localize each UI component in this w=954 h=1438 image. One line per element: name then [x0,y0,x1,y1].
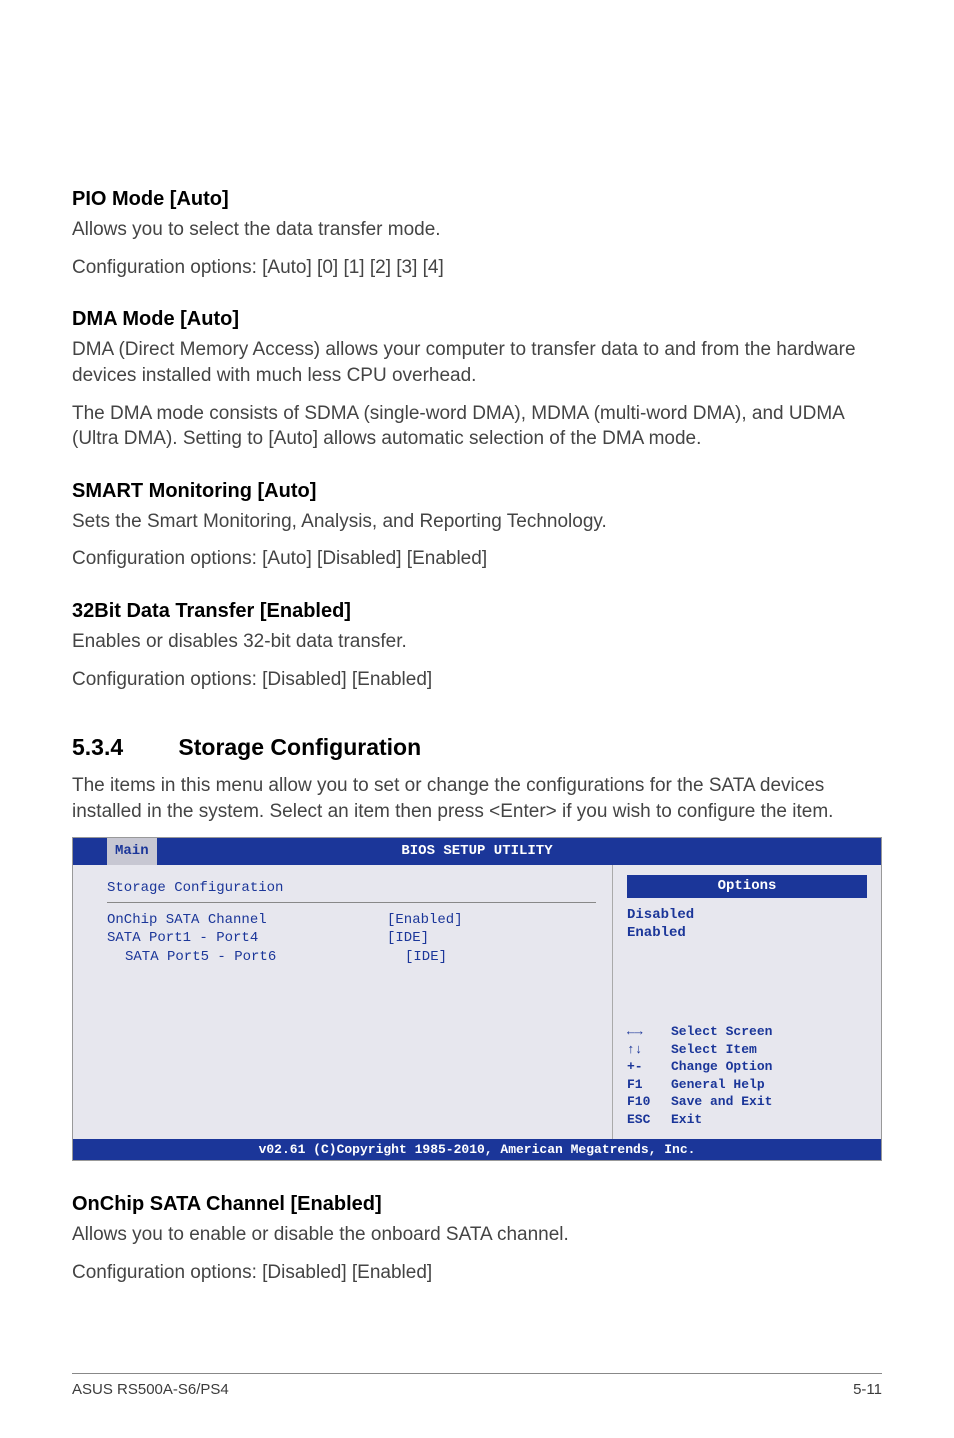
bios-left-panel: Storage Configuration OnChip SATA Channe… [73,865,613,1139]
bios-help-key: F10 [627,1093,671,1111]
bios-item: SATA Port5 - Port6 [IDE] [107,948,596,967]
section-number: 5.3.4 [72,732,172,763]
bios-item-value: [Enabled] [387,911,463,930]
paragraph: DMA (Direct Memory Access) allows your c… [72,337,882,388]
bios-item: OnChip SATA Channel [Enabled] [107,911,596,930]
bios-help-row: F10Save and Exit [627,1093,867,1111]
paragraph: Allows you to enable or disable the onbo… [72,1222,882,1248]
bios-help-key: F1 [627,1076,671,1094]
bios-item-value: [IDE] [405,948,447,967]
paragraph: Configuration options: [Auto] [Disabled]… [72,546,882,572]
bios-option: Disabled [627,906,867,925]
bios-item-label: SATA Port5 - Port6 [107,948,405,967]
bios-help-row: +-Change Option [627,1058,867,1076]
footer-product: ASUS RS500A-S6/PS4 [72,1381,229,1398]
bios-item-label: OnChip SATA Channel [107,911,387,930]
bios-help-key: ←→ [627,1023,671,1041]
bios-help-text: Change Option [671,1058,772,1076]
bios-help-text: Exit [671,1111,702,1129]
bios-section-title: Storage Configuration [107,875,596,902]
bios-help-row: ↑↓Select Item [627,1041,867,1059]
bios-help-row: ←→Select Screen [627,1023,867,1041]
bios-item-value: [IDE] [387,929,429,948]
bios-option: Enabled [627,924,867,943]
bios-help-text: General Help [671,1076,765,1094]
bios-footer: v02.61 (C)Copyright 1985-2010, American … [73,1139,881,1161]
bios-right-panel: Options Disabled Enabled ←→Select Screen… [613,865,881,1139]
bios-title-bar: BIOS SETUP UTILITY Main [73,838,881,865]
paragraph: Configuration options: [Disabled] [Enabl… [72,667,882,693]
bios-title: BIOS SETUP UTILITY [401,843,552,859]
paragraph: Sets the Smart Monitoring, Analysis, and… [72,509,882,535]
smart-monitoring-heading: SMART Monitoring [Auto] [72,478,882,505]
paragraph: Allows you to select the data transfer m… [72,217,882,243]
dma-mode-heading: DMA Mode [Auto] [72,306,882,333]
bios-help-text: Select Item [671,1041,757,1059]
paragraph: The DMA mode consists of SDMA (single-wo… [72,401,882,452]
footer-page-number: 5-11 [853,1380,882,1400]
paragraph: Configuration options: [Disabled] [Enabl… [72,1260,882,1286]
bios-item-label: SATA Port1 - Port4 [107,929,387,948]
bios-help-key: +- [627,1058,671,1076]
bios-help-row: ESCExit [627,1111,867,1129]
bios-tab-main: Main [107,838,157,865]
pio-mode-heading: PIO Mode [Auto] [72,186,882,213]
page-footer: ASUS RS500A-S6/PS4 5-11 [72,1373,882,1400]
bios-options-title: Options [627,875,867,898]
bios-help-text: Save and Exit [671,1093,772,1111]
section-title: Storage Configuration [178,734,421,760]
bios-help-text: Select Screen [671,1023,772,1041]
bios-help-key: ESC [627,1111,671,1129]
storage-config-heading: 5.3.4 Storage Configuration [72,732,882,763]
bios-item: SATA Port1 - Port4 [IDE] [107,929,596,948]
bios-help-row: F1General Help [627,1076,867,1094]
bios-screenshot: BIOS SETUP UTILITY Main Storage Configur… [72,837,882,1161]
divider [107,902,596,903]
paragraph: Configuration options: [Auto] [0] [1] [2… [72,255,882,281]
paragraph: Enables or disables 32-bit data transfer… [72,629,882,655]
bios-help-key: ↑↓ [627,1041,671,1059]
paragraph: The items in this menu allow you to set … [72,773,882,824]
32bit-transfer-heading: 32Bit Data Transfer [Enabled] [72,598,882,625]
onchip-sata-heading: OnChip SATA Channel [Enabled] [72,1191,882,1218]
